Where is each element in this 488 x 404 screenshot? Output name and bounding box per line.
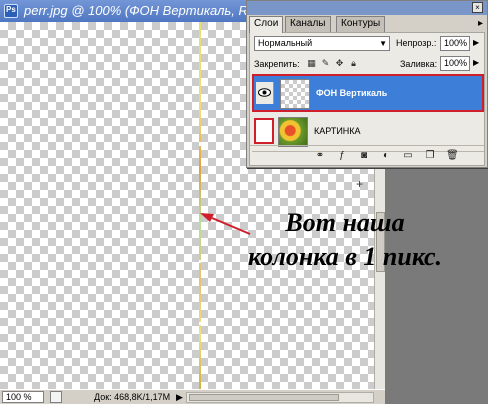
opacity-field[interactable]: 100% [440,36,470,51]
fill-slider-arrow-icon[interactable]: ▶ [473,58,479,67]
layer-visibility-toggle[interactable] [254,118,274,144]
horizontal-scroll-thumb[interactable] [189,394,339,401]
lock-transparency-icon[interactable]: ▦ [306,58,317,69]
tab-layers[interactable]: Слои [249,16,284,33]
column-gap [199,322,201,325]
layer-style-icon[interactable]: ƒ [336,150,348,162]
layer-thumbnail [280,79,310,109]
opacity-label: Непрозр.: [396,38,437,48]
crosshair-cursor-icon: + [356,177,364,191]
chevron-down-icon: ▼ [379,39,387,48]
zoom-field[interactable]: 100 % [2,391,44,403]
annotation-line-1: Вот наша [285,208,405,237]
new-layer-icon[interactable]: ❐ [424,150,436,162]
column-gap [199,260,201,263]
lock-move-icon[interactable]: ✥ [334,58,345,69]
panel-header[interactable]: × [247,1,487,15]
lock-brush-icon[interactable]: ✎ [320,58,331,69]
blend-mode-value: Нормальный [258,38,313,48]
eye-icon [258,88,271,97]
adjustment-layer-icon[interactable]: ◐ [380,150,392,162]
fill-field[interactable]: 100% [440,56,470,71]
panel-menu-arrow-icon[interactable]: ▸ [478,18,483,29]
document-title: рerr.jpg @ 100% (ФОН Вертикаль, RG [24,3,258,18]
layer-mask-icon[interactable]: ◙ [358,150,370,162]
lock-all-icon[interactable]: 🔒︎ [348,58,359,69]
one-pixel-column [199,22,201,389]
lock-label: Закрепить: [254,59,300,69]
layer-name[interactable]: КАРТИНКА [314,126,361,136]
fill-label: Заливка: [400,59,438,69]
layer-row[interactable]: ФОН Вертикаль [252,74,484,112]
link-layers-icon[interactable]: ⚭ [314,150,326,162]
horizontal-scrollbar[interactable] [186,392,374,403]
opacity-slider-arrow-icon[interactable]: ▶ [473,38,479,47]
layer-thumbnail [278,117,308,147]
document-size-info: Док: 468,8K/1,17M [94,392,171,402]
layers-panel: × Слои Каналы Контуры ▸ Нормальный ▼ Неп… [246,0,488,168]
annotation-line-2: колонка в 1 пикс. [247,242,443,271]
tab-channels[interactable]: Каналы [285,16,331,32]
layer-visibility-toggle[interactable] [256,82,274,104]
annotation-text: Вот наша колонка в 1 пикс. [206,206,484,274]
tab-paths[interactable]: Контуры [336,16,386,32]
status-bar: 100 % Док: 468,8K/1,17M ▶ [0,389,385,404]
trash-icon[interactable]: 🗑︎ [446,150,459,162]
layers-panel-footer: ⚭ ƒ ◙ ◐ ▭ ❐ 🗑︎ [250,145,484,165]
layers-panel-body: Нормальный ▼ Непрозр.: 100% ▶ Закрепить:… [249,32,485,166]
layer-name[interactable]: ФОН Вертикаль [316,88,387,98]
photoshop-document-icon [4,4,18,18]
column-gap [199,142,201,146]
status-menu-arrow-icon[interactable]: ▶ [176,392,183,403]
status-info-icon[interactable] [50,391,62,403]
blend-mode-select[interactable]: Нормальный ▼ [254,36,390,51]
new-group-icon[interactable]: ▭ [402,150,414,162]
close-icon[interactable]: × [472,2,483,13]
